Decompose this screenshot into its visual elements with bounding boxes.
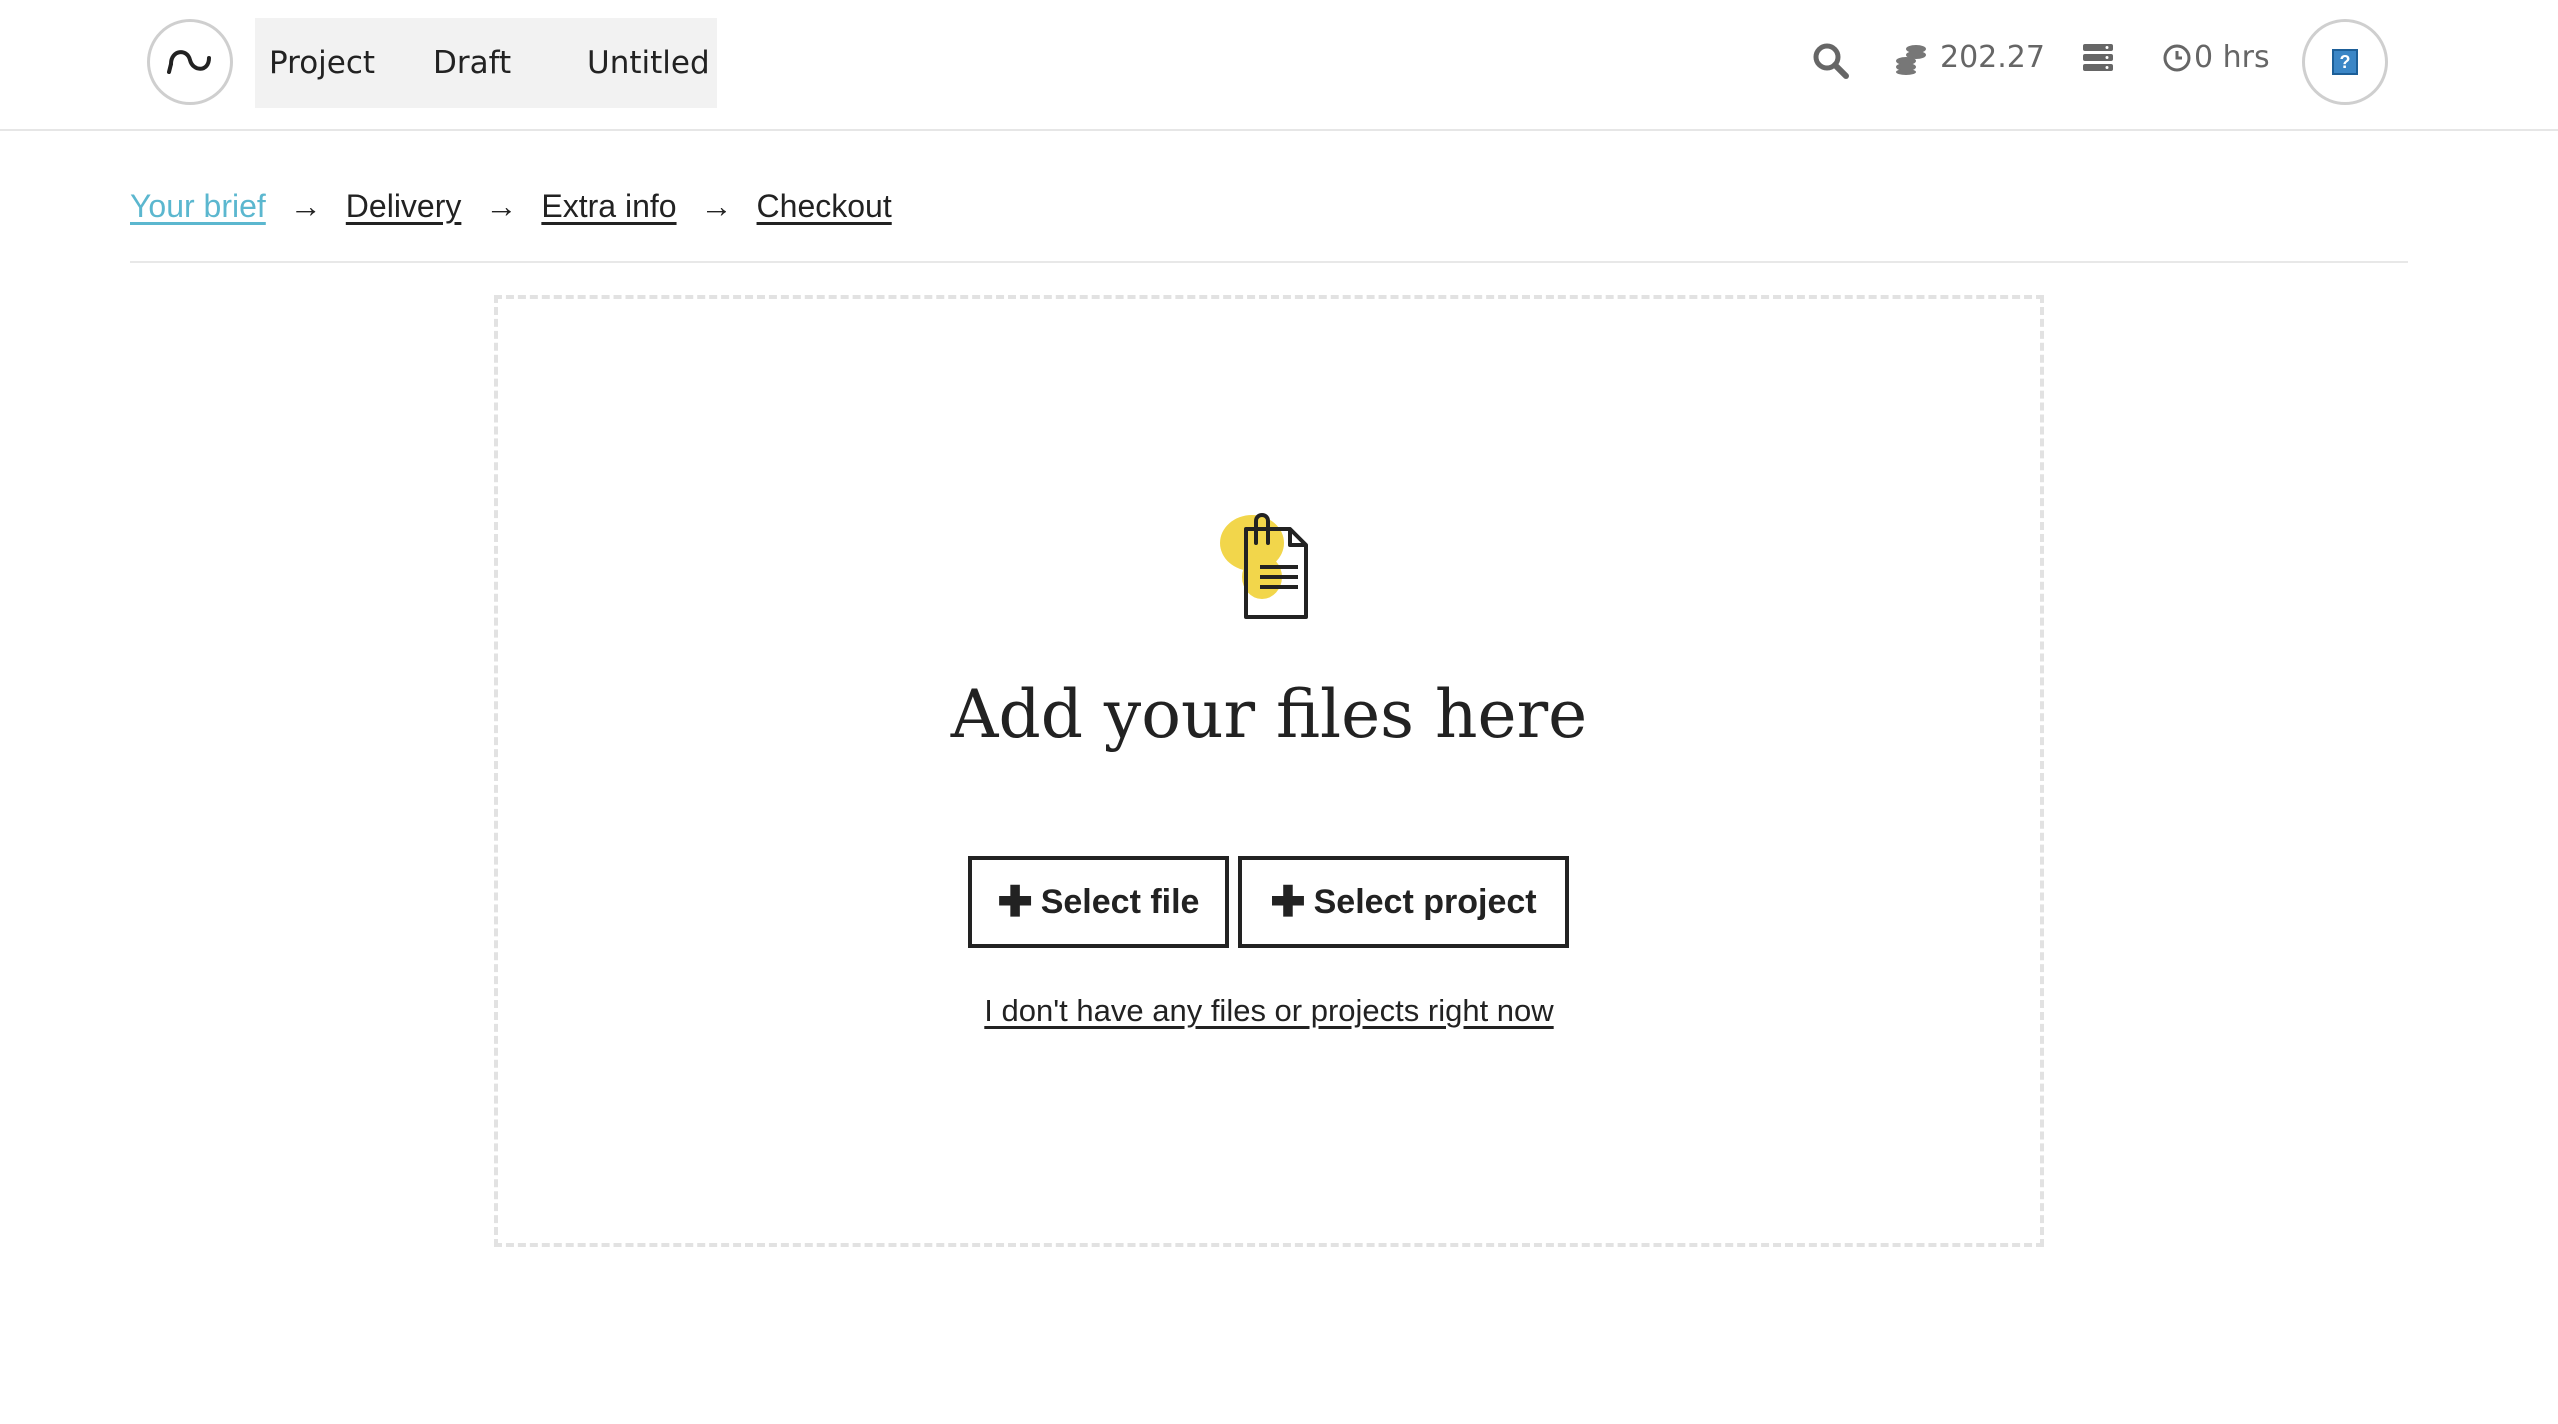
breadcrumb-label: Draft bbox=[433, 45, 512, 81]
no-files-row: I don't have any files or projects right… bbox=[0, 993, 2538, 1029]
file-dropzone[interactable] bbox=[494, 295, 2044, 1247]
breadcrumb-label: Untitled bbox=[587, 45, 710, 81]
help-icon: ? bbox=[2332, 49, 2358, 75]
credits-display[interactable]: 202.27 bbox=[1894, 40, 2045, 75]
breadcrumb: Project Draft Untitled bbox=[255, 18, 717, 108]
step-arrow: → bbox=[700, 188, 733, 224]
hours-value: 0 hrs bbox=[2194, 40, 2270, 75]
select-project-label: Select project bbox=[1313, 882, 1537, 921]
select-file-label: Select file bbox=[1040, 882, 1200, 921]
search-icon[interactable] bbox=[1812, 42, 1850, 84]
divider bbox=[130, 261, 2408, 263]
select-file-button[interactable]: ✚ Select file bbox=[968, 856, 1229, 948]
plus-icon: ✚ bbox=[1270, 878, 1306, 925]
checkout-steps: Your brief → Delivery → Extra info → Che… bbox=[130, 188, 892, 225]
help-button[interactable]: ? bbox=[2302, 19, 2388, 105]
select-project-button[interactable]: ✚ Select project bbox=[1238, 856, 1569, 948]
plus-icon: ✚ bbox=[997, 878, 1033, 925]
credits-value: 202.27 bbox=[1940, 40, 2045, 75]
breadcrumb-project[interactable]: Project bbox=[255, 18, 417, 108]
swirl-logo-icon[interactable] bbox=[147, 19, 233, 105]
hours-display[interactable]: 0 hrs bbox=[2162, 40, 2270, 75]
step-your-brief[interactable]: Your brief bbox=[130, 188, 266, 225]
breadcrumb-untitled[interactable]: Untitled bbox=[553, 18, 717, 108]
dropzone-heading: Add your files here bbox=[950, 676, 1588, 753]
top-header: Project Draft Untitled 202.27 0 hrs ? bbox=[0, 0, 2558, 131]
no-files-link[interactable]: I don't have any files or projects right… bbox=[984, 993, 1553, 1028]
step-delivery[interactable]: Delivery bbox=[346, 188, 462, 225]
document-clip-icon bbox=[1212, 507, 1322, 629]
step-arrow: → bbox=[289, 188, 322, 224]
breadcrumb-label: Project bbox=[269, 45, 376, 81]
breadcrumb-draft[interactable]: Draft bbox=[397, 18, 573, 108]
clock-icon bbox=[2163, 44, 2191, 71]
step-checkout[interactable]: Checkout bbox=[757, 188, 892, 225]
step-arrow: → bbox=[485, 188, 518, 224]
stack-icon[interactable] bbox=[2082, 42, 2114, 78]
coins-icon bbox=[1896, 44, 1926, 75]
step-extra-info[interactable]: Extra info bbox=[541, 188, 676, 225]
